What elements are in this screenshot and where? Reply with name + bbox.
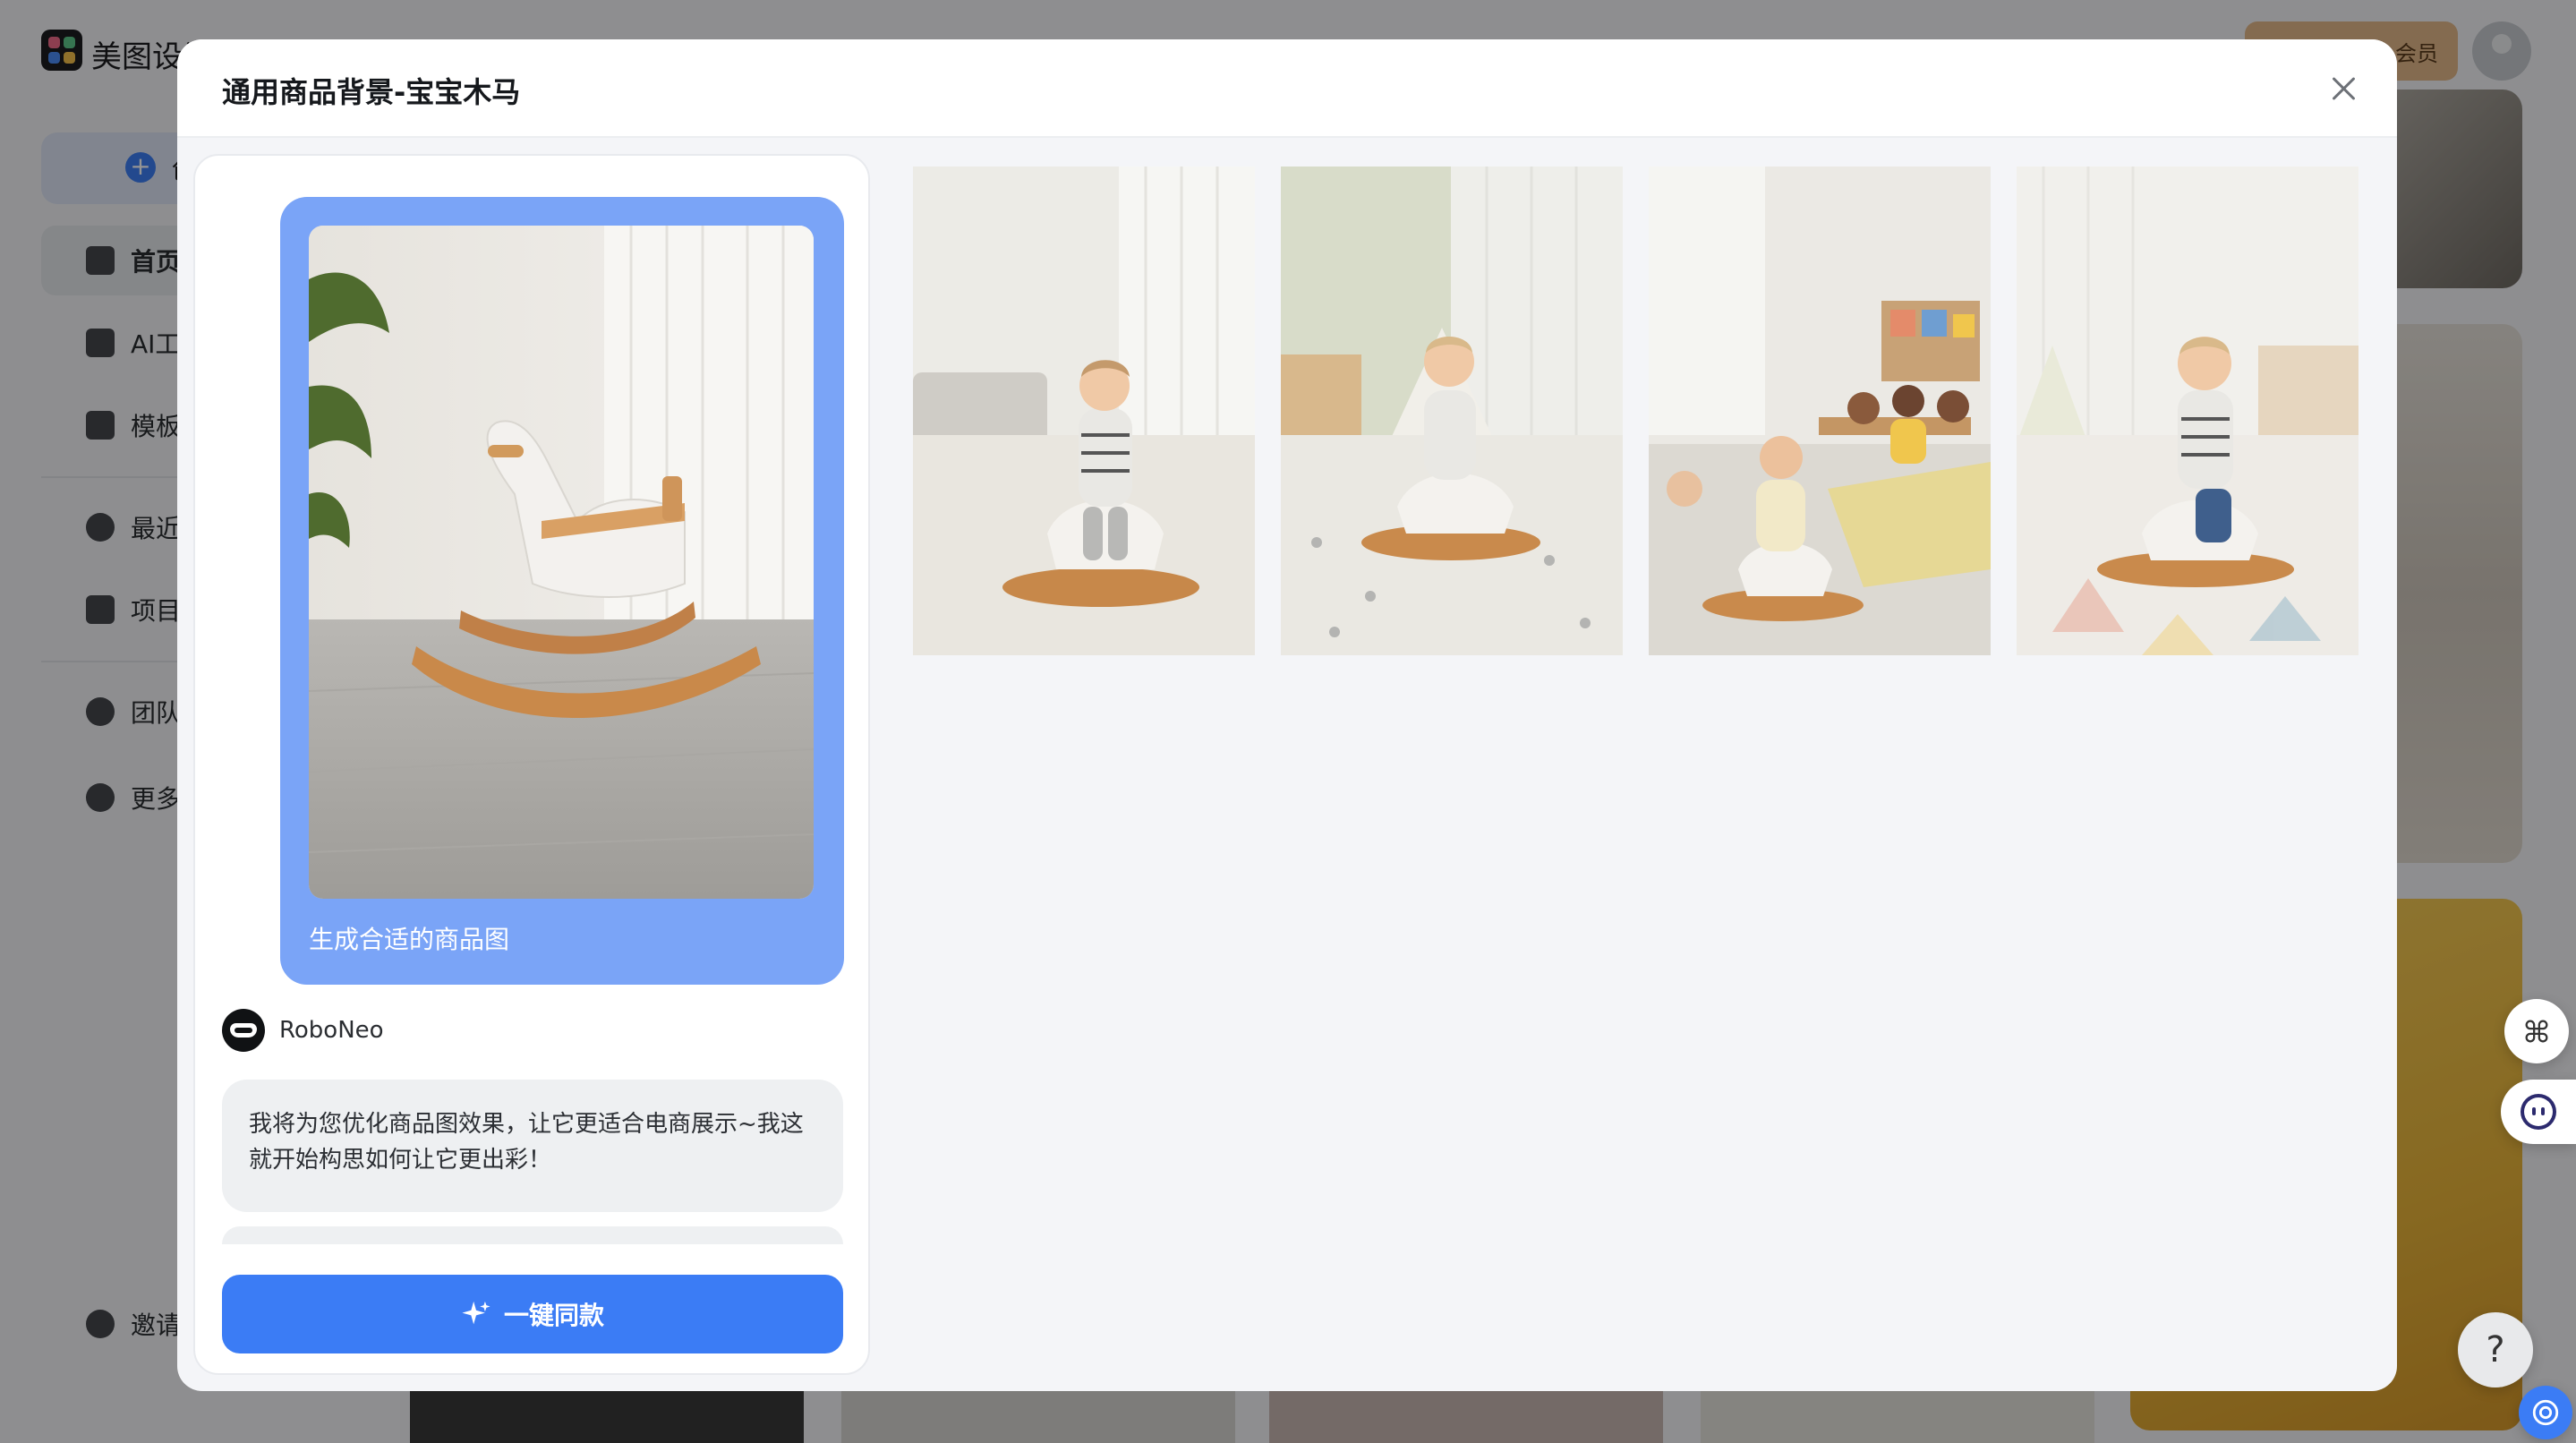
result-image[interactable] (2017, 166, 2358, 655)
assistant-button[interactable] (2501, 1080, 2576, 1144)
robot-icon (2521, 1094, 2556, 1130)
result-photo-2 (1281, 166, 1623, 655)
user-message: 生成合适的商品图 (280, 197, 844, 985)
product-image[interactable] (309, 226, 814, 899)
help-icon: ? (2486, 1329, 2505, 1370)
bot-message-text: 我将为您优化商品图效果，让它更适合电商展示~我这就开始构思如何让它更出彩！ (249, 1111, 804, 1174)
result-photo-4 (2017, 166, 2358, 655)
modal-title: 通用商品背景-宝宝木马 (222, 75, 521, 109)
target-icon (2532, 1399, 2559, 1426)
result-photo-1 (913, 166, 1255, 655)
one-click-same-style-button[interactable]: 一键同款 (222, 1275, 843, 1353)
help-button[interactable]: ? (2458, 1312, 2533, 1388)
command-icon (2525, 1020, 2548, 1043)
shortcut-button[interactable] (2504, 999, 2569, 1063)
result-gallery (913, 166, 2363, 668)
cta-label: 一键同款 (503, 1301, 604, 1330)
close-icon[interactable] (2324, 68, 2365, 109)
bot-name: RoboNeo (279, 1017, 384, 1044)
user-message-text: 生成合适的商品图 (309, 925, 510, 954)
product-background-modal: 通用商品背景-宝宝木马 生成合适的商品图 RoboNeo 我将为您优化商品图效果… (177, 39, 2397, 1391)
rocking-horse-photo (309, 226, 814, 899)
result-photo-3 (1649, 166, 1991, 655)
result-image[interactable] (1649, 166, 1991, 655)
chat-panel: 生成合适的商品图 RoboNeo 我将为您优化商品图效果，让它更适合电商展示~我… (193, 154, 870, 1375)
roboneo-avatar (222, 1009, 265, 1052)
sparkle-icon (462, 1301, 490, 1325)
feedback-button[interactable] (2519, 1386, 2572, 1439)
result-image[interactable] (1281, 166, 1623, 655)
modal-header: 通用商品背景-宝宝木马 (177, 39, 2397, 138)
result-image[interactable] (913, 166, 1255, 655)
bot-message-next (222, 1226, 843, 1244)
bot-message: 我将为您优化商品图效果，让它更适合电商展示~我这就开始构思如何让它更出彩！ (222, 1080, 843, 1212)
bot-header: RoboNeo (222, 1008, 384, 1053)
